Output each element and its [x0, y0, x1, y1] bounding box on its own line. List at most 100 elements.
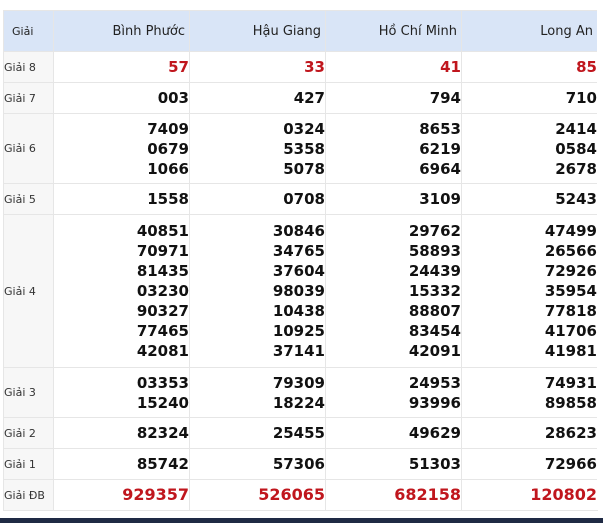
result-cell: 427: [189, 82, 326, 114]
result-cell: 7409 0679 1066: [53, 113, 190, 184]
result-number: 710: [565, 89, 597, 107]
result-number: 2414: [555, 119, 597, 138]
result-number: 81435: [136, 262, 189, 280]
result-cell: 82324: [53, 417, 190, 449]
prize-label: Giải 6: [3, 113, 54, 184]
result-cell: 79309 18224: [189, 367, 326, 418]
result-number: 83454: [408, 322, 461, 340]
result-number: 77818: [544, 302, 597, 320]
result-number: 72966: [544, 455, 597, 473]
result-number: 93996: [408, 393, 461, 412]
result-number: 72926: [544, 262, 597, 280]
result-cell: 003: [53, 82, 190, 114]
result-cell: 1558: [53, 183, 190, 215]
result-number: 2678: [555, 159, 597, 178]
table-row: Giải 8 57 33 41 85: [3, 51, 598, 83]
prize-label: Giải 8: [3, 51, 54, 83]
result-number: 120802: [530, 485, 597, 504]
result-cell: 526065: [189, 479, 326, 511]
result-cell: 929357: [53, 479, 190, 511]
result-cell: 47499 26566 72926 35954 77818 41706 41981: [461, 214, 598, 368]
result-number: 41981: [544, 342, 597, 360]
result-number: 0679: [147, 139, 189, 158]
result-number: 18224: [272, 393, 325, 412]
result-number: 49629: [408, 424, 461, 442]
result-cell: 33: [189, 51, 326, 83]
result-number: 42081: [136, 342, 189, 360]
result-number: 25455: [272, 424, 325, 442]
result-number: 6219: [419, 139, 461, 158]
result-number: 10925: [272, 322, 325, 340]
result-number: 8653: [419, 119, 461, 138]
result-cell: 51303: [325, 448, 462, 480]
result-cell: 57306: [189, 448, 326, 480]
result-number: 47499: [544, 222, 597, 240]
province-header-long-an: Long An: [461, 10, 598, 52]
result-number: 5078: [283, 159, 325, 178]
result-number: 03230: [136, 282, 189, 300]
table-row: Giải 3 03353 15240 79309 18224 24953 93996 7493…: [3, 367, 598, 418]
result-number: 1558: [147, 190, 189, 208]
result-number: 15240: [136, 393, 189, 412]
result-cell: 794: [325, 82, 462, 114]
result-number: 10438: [272, 302, 325, 320]
result-cell: 2414 0584 2678: [461, 113, 598, 184]
result-number: 7409: [147, 119, 189, 138]
result-number: 28623: [544, 424, 597, 442]
result-cell: 41: [325, 51, 462, 83]
table-row: Giải 2 82324 25455 49629 28623: [3, 417, 598, 449]
result-cell: 72966: [461, 448, 598, 480]
result-number: 682158: [394, 485, 461, 504]
table-header-row: Giải Bình Phước Hậu Giang Hồ Chí Minh Lo…: [3, 10, 598, 52]
result-number: 33: [304, 58, 325, 76]
result-cell: 25455: [189, 417, 326, 449]
table-row: Giải 1 85742 57306 51303 72966: [3, 448, 598, 480]
result-number: 51303: [408, 455, 461, 473]
result-number: 03353: [136, 373, 189, 392]
result-number: 79309: [272, 373, 325, 392]
result-number: 6964: [419, 159, 461, 178]
result-cell: 8653 6219 6964: [325, 113, 462, 184]
result-number: 35954: [544, 282, 597, 300]
result-cell: 40851 70971 81435 03230 90327 77465 42081: [53, 214, 190, 368]
result-number: 24439: [408, 262, 461, 280]
result-number: 0324: [283, 119, 325, 138]
prize-label: Giải 5: [3, 183, 54, 215]
lottery-results-table: Giải Bình Phước Hậu Giang Hồ Chí Minh Lo…: [3, 10, 598, 511]
result-number: 0708: [283, 190, 325, 208]
result-number: 26566: [544, 242, 597, 260]
result-cell: 74931 89858: [461, 367, 598, 418]
result-number: 24953: [408, 373, 461, 392]
result-number: 34765: [272, 242, 325, 260]
result-number: 58893: [408, 242, 461, 260]
result-cell: 49629: [325, 417, 462, 449]
result-cell: 3109: [325, 183, 462, 215]
result-number: 1066: [147, 159, 189, 178]
table-row: Giải 4 40851 70971 81435 03230 90327 77465 4208…: [3, 214, 598, 368]
result-number: 41: [440, 58, 461, 76]
result-cell: 710: [461, 82, 598, 114]
result-cell: 29762 58893 24439 15332 88807 83454 42091: [325, 214, 462, 368]
table-row: Giải 6 7409 0679 1066 0324 5358 5078 8653 6219 69…: [3, 113, 598, 184]
province-header-ho-chi-minh: Hồ Chí Minh: [325, 10, 462, 52]
result-number: 427: [293, 89, 325, 107]
result-cell: 120802: [461, 479, 598, 511]
prize-label: Giải 1: [3, 448, 54, 480]
result-number: 82324: [136, 424, 189, 442]
result-number: 74931: [544, 373, 597, 392]
result-number: 70971: [136, 242, 189, 260]
result-number: 42091: [408, 342, 461, 360]
result-number: 003: [157, 89, 189, 107]
result-number: 57: [168, 58, 189, 76]
prize-label: Giải 2: [3, 417, 54, 449]
page-edge: [597, 10, 603, 510]
result-number: 85: [576, 58, 597, 76]
lottery-results-page: Giải Bình Phước Hậu Giang Hồ Chí Minh Lo…: [0, 0, 603, 523]
result-number: 37604: [272, 262, 325, 280]
result-number: 40851: [136, 222, 189, 240]
province-header-hau-giang: Hậu Giang: [189, 10, 326, 52]
result-cell: 85: [461, 51, 598, 83]
table-row: Giải 5 1558 0708 3109 5243: [3, 183, 598, 215]
result-number: 30846: [272, 222, 325, 240]
result-number: 90327: [136, 302, 189, 320]
